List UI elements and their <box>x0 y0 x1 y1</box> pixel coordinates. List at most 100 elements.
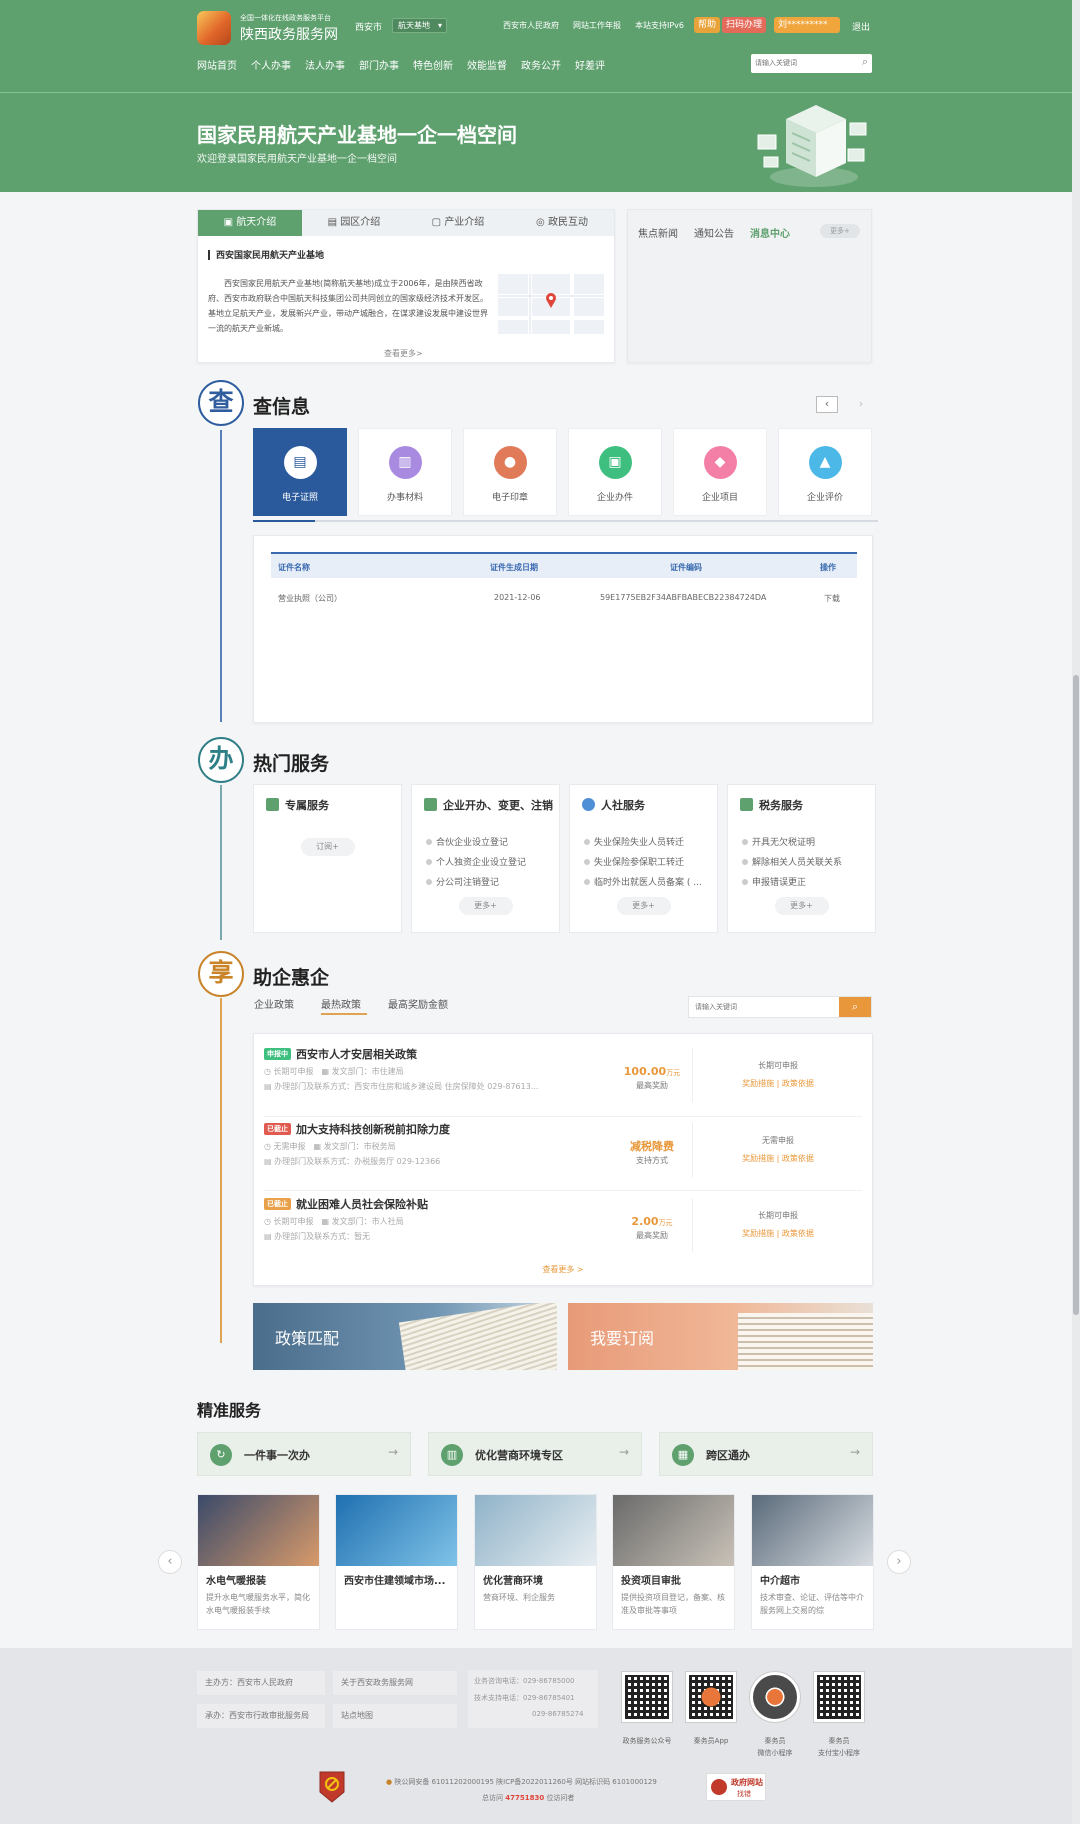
footer-sitemap-link[interactable]: 站点地图 <box>333 1704 457 1728</box>
header-search-input[interactable] <box>755 57 851 70</box>
service-card[interactable]: 西安市住建领域市场... <box>335 1494 458 1630</box>
service-link[interactable]: 失业保险参保职工转迁 <box>584 855 684 868</box>
scrollbar-thumb[interactable] <box>1073 675 1079 1315</box>
col-date: 证件生成日期 <box>490 563 538 572</box>
policy-basis-link[interactable]: 政策依据 <box>782 1079 814 1088</box>
tool-materials[interactable]: ▥ 办事材料 <box>358 428 452 516</box>
nav-personal[interactable]: 个人办事 <box>251 57 291 72</box>
service-link[interactable]: 个人独资企业设立登记 <box>426 855 526 868</box>
logout-link[interactable]: 退出 <box>852 20 870 33</box>
subscribe-button[interactable]: 订阅+ <box>300 838 355 856</box>
table-header <box>271 554 857 578</box>
link-ipv6[interactable]: 本站支持IPv6 <box>635 20 684 31</box>
arrow-right-icon: → <box>618 1445 629 1459</box>
refresh-icon: ↻ <box>210 1444 232 1466</box>
service-link[interactable]: 申报错误更正 <box>742 875 806 888</box>
service-section-title: 热门服务 <box>253 753 330 775</box>
help-button[interactable]: 帮助 <box>694 17 721 33</box>
policy-search-input[interactable] <box>695 1001 835 1014</box>
more-button[interactable]: 更多+ <box>616 897 671 915</box>
policy-more-link[interactable]: 查看更多 > <box>254 1264 872 1275</box>
nav-supervision[interactable]: 效能监督 <box>467 57 507 72</box>
service-link[interactable]: 合伙企业设立登记 <box>426 835 508 848</box>
service-card[interactable]: 中介超市 技术审查、论证、评估等中介服务网上交易的综 <box>751 1494 874 1630</box>
download-link[interactable]: 下载 <box>824 593 840 604</box>
tab-aerospace-intro[interactable]: ▣ 航天介绍 <box>198 210 302 236</box>
policy-basis-link[interactable]: 政策依据 <box>782 1154 814 1163</box>
link-city-gov[interactable]: 西安市人民政府 <box>503 20 559 31</box>
search-icon[interactable]: ⌕ <box>839 997 871 1017</box>
gov-site-badge[interactable]: 政府网站 找错 <box>706 1773 766 1801</box>
quick-one-thing[interactable]: ↻ 一件事一次办 → <box>197 1432 411 1476</box>
tool-scroll-track <box>253 520 878 522</box>
quick-cross-region[interactable]: ▦ 跨区通办 → <box>659 1432 873 1476</box>
service-link[interactable]: 解除相关人员关联关系 <box>742 855 842 868</box>
area-select[interactable]: 航天基地 ▾ <box>392 18 447 33</box>
service-card-desc <box>344 1591 449 1617</box>
reward-measures-link[interactable]: 奖励措施 <box>742 1229 774 1238</box>
search-icon[interactable]: ⌕ <box>862 55 868 69</box>
site-name[interactable]: 陕西政务服务网 <box>240 24 338 44</box>
policy-basis-link[interactable]: 政策依据 <box>782 1229 814 1238</box>
tab-max-reward[interactable]: 最高奖励金额 <box>388 996 448 1011</box>
reward-measures-link[interactable]: 奖励措施 <box>742 1154 774 1163</box>
tool-e-license[interactable]: ▤ 电子证照 <box>253 428 347 516</box>
news-more-button[interactable]: 更多+ <box>820 224 860 238</box>
carousel-next-button[interactable]: › <box>887 1550 911 1574</box>
user-button[interactable]: 刘********* <box>774 17 840 33</box>
tab-hot-policy[interactable]: 最热政策 <box>321 996 361 1011</box>
tab-enterprise-policy[interactable]: 企业政策 <box>254 996 294 1011</box>
person-icon <box>582 798 595 811</box>
quick-business-env[interactable]: ▥ 优化营商环境专区 → <box>428 1432 642 1476</box>
service-link[interactable]: 临时外出就医人员备案 ( ... <box>584 875 702 888</box>
service-card[interactable]: 投资项目审批 提供投资项目登记，备案、核准及审批等事项 <box>612 1494 735 1630</box>
license-table-panel: 证件名称 证件生成日期 证件编码 操作 营业执照（公司） 2021-12-06 … <box>253 535 873 723</box>
clock-icon: ◷ <box>264 1142 274 1151</box>
reward-measures-link[interactable]: 奖励措施 <box>742 1079 774 1088</box>
link-annual-report[interactable]: 网站工作年报 <box>573 20 621 31</box>
industry-icon: ▢ <box>431 217 445 228</box>
list-item[interactable]: 申报中 西安市人才安居相关政策 ◷ 长期可申报 ▦ 发文部门：市住建局 ▤ 办理部… <box>264 1040 864 1112</box>
prev-arrow-button[interactable]: ‹ <box>816 396 838 413</box>
tool-enterprise-cases[interactable]: ▣ 企业办件 <box>568 428 662 516</box>
carousel-prev-button[interactable]: ‹ <box>158 1550 182 1574</box>
nav-innovation[interactable]: 特色创新 <box>413 57 453 72</box>
tool-e-seal[interactable]: ● 电子印章 <box>463 428 557 516</box>
department-icon: ▦ <box>321 1067 332 1076</box>
site-logo-icon[interactable] <box>197 11 231 45</box>
more-button[interactable]: 更多+ <box>774 897 829 915</box>
intro-more-link[interactable]: 查看更多> <box>384 348 423 359</box>
service-card[interactable]: 水电气暖报装 提升水电气暖服务水平，简化水电气暖报装手续 <box>197 1494 320 1630</box>
map-thumbnail[interactable] <box>498 274 604 334</box>
tool-enterprise-rating[interactable]: ▲ 企业评价 <box>778 428 872 516</box>
top-header: 全国一体化在线政务服务平台 陕西政务服务网 西安市 航天基地 ▾ 西安市人民政府 … <box>0 0 1080 92</box>
policy-match-banner[interactable]: 政策匹配 <box>253 1303 557 1370</box>
list-item[interactable]: 已截止 就业困难人员社会保险补贴 ◷ 长期可申报 ▦ 发文部门：市人社局 ▤ 办理… <box>264 1190 864 1262</box>
tool-enterprise-projects[interactable]: ◆ 企业项目 <box>673 428 767 516</box>
next-arrow-button[interactable]: › <box>850 396 872 413</box>
tool-scroll-thumb[interactable] <box>253 520 315 522</box>
tab-industry-intro[interactable]: ▢ 产业介绍 <box>406 210 510 236</box>
list-item[interactable]: 已截止 加大支持科技创新税前扣除力度 ◷ 无需申报 ▦ 发文部门：市税务局 ▤ 办… <box>264 1115 864 1187</box>
scan-button[interactable]: 扫码办理 <box>722 17 767 33</box>
more-button[interactable]: 更多+ <box>458 897 513 915</box>
footer-about-link[interactable]: 关于西安政务服务网 <box>333 1671 457 1695</box>
tab-park-intro[interactable]: ▤ 园区介绍 <box>302 210 406 236</box>
service-link[interactable]: 失业保险失业人员转迁 <box>584 835 684 848</box>
nav-legal[interactable]: 法人办事 <box>305 57 345 72</box>
policy-declare-type: 长期可申报 <box>273 1067 314 1076</box>
nav-rating[interactable]: 好差评 <box>575 57 605 72</box>
visit-count: 47751830 <box>505 1794 545 1802</box>
tab-focus-news[interactable]: 焦点新闻 <box>638 225 678 240</box>
tab-notices[interactable]: 通知公告 <box>694 225 734 240</box>
tab-interaction[interactable]: ◎ 政民互动 <box>510 210 614 236</box>
nav-home[interactable]: 网站首页 <box>197 57 237 72</box>
tab-message-center[interactable]: 消息中心 <box>750 225 790 240</box>
nav-department[interactable]: 部门办事 <box>359 57 399 72</box>
service-card[interactable]: 优化营商环境 营商环境、利企服务 <box>474 1494 597 1630</box>
qr-caption-miniprogram-2-sub: 支付宝小程序 <box>818 1749 860 1757</box>
service-link[interactable]: 开具无欠税证明 <box>742 835 815 848</box>
nav-public-affairs[interactable]: 政务公开 <box>521 57 561 72</box>
service-link[interactable]: 分公司注销登记 <box>426 875 499 888</box>
subscribe-banner[interactable]: 我要订阅 <box>568 1303 873 1370</box>
